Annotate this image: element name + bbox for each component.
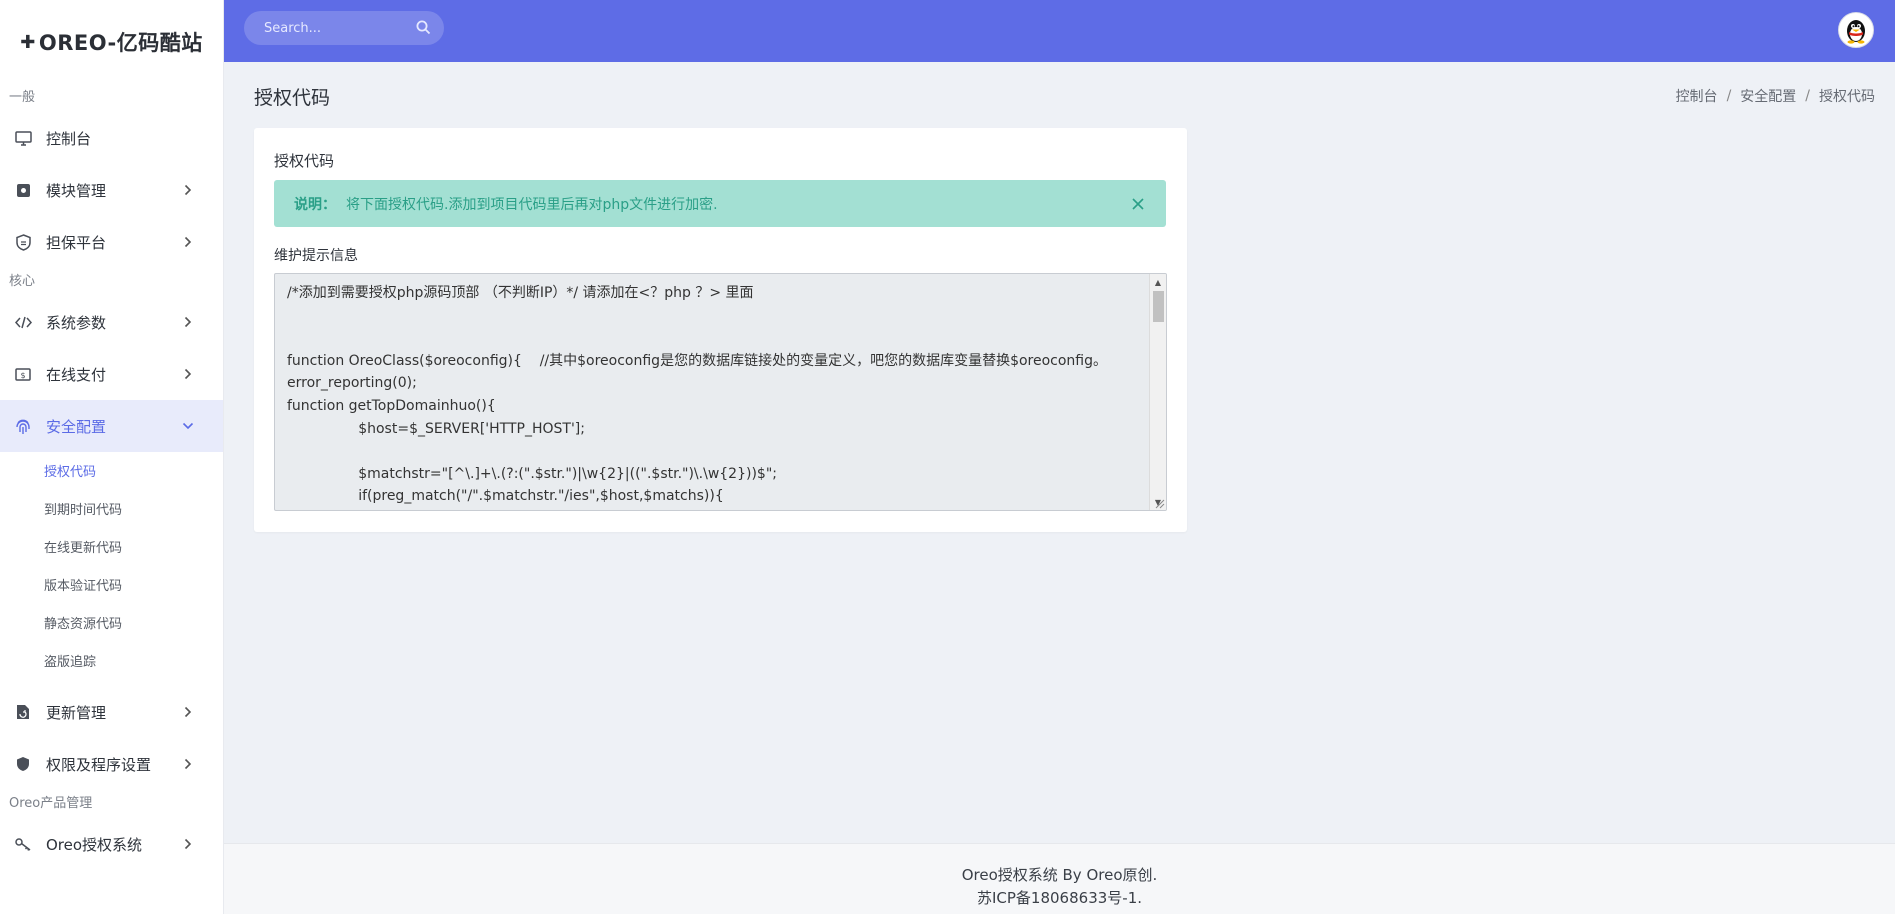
sidebar-item-label: 权限及程序设置 [46, 755, 152, 774]
code-textarea[interactable]: /*添加到需要授权php源码顶部 （不判断IP）*/ 请添加在<？php ？> … [275, 274, 1151, 510]
topbar [224, 0, 1895, 62]
sidebar-section-core: 核心 [9, 274, 36, 289]
chevron-right-icon [181, 183, 195, 197]
code-textarea-wrapper: /*添加到需要授权php源码顶部 （不判断IP）*/ 请添加在<？php ？> … [274, 273, 1167, 511]
security-subnav: 授权代码 到期时间代码 在线更新代码 版本验证代码 静态资源代码 盗版追踪 [0, 452, 223, 686]
monitor-icon [14, 129, 32, 147]
breadcrumb-separator: / [1726, 88, 1732, 104]
fingerprint-icon [14, 417, 32, 435]
code-icon [14, 313, 32, 331]
module-icon [14, 181, 32, 199]
brand-logo-icon: ✚ [20, 31, 36, 53]
cash-icon: $ [14, 365, 32, 383]
sidebar-section-general: 一般 [9, 90, 36, 105]
chevron-right-icon [181, 757, 195, 771]
sidebar-item-guarantee[interactable]: 担保平台 [0, 216, 223, 268]
subnav-item-expiry-code[interactable]: 到期时间代码 [0, 492, 223, 530]
sidebar-item-label: 在线支付 [46, 365, 107, 384]
subnav-item-auth-code[interactable]: 授权代码 [0, 454, 223, 492]
search-input[interactable] [264, 20, 416, 36]
sidebar-item-label: 控制台 [46, 129, 92, 148]
sidebar-item-online-payment[interactable]: $ 在线支付 [0, 348, 223, 400]
subnav-item-version-check-code[interactable]: 版本验证代码 [0, 568, 223, 606]
brand[interactable]: ✚ OREO-亿码酷站 [0, 0, 223, 84]
subnav-item-piracy-tracking[interactable]: 盗版追踪 [0, 644, 223, 682]
breadcrumb: 控制台 / 安全配置 / 授权代码 [1676, 86, 1875, 106]
sidebar-item-label: 模块管理 [46, 181, 107, 200]
search-icon[interactable] [416, 20, 432, 36]
footer: Oreo授权系统 By Oreo原创. 苏ICP备18068633号-1. [224, 843, 1895, 914]
shield-icon [14, 755, 32, 773]
page-title: 授权代码 [254, 87, 331, 109]
sidebar-item-oreo-auth[interactable]: Oreo授权系统 [0, 818, 223, 870]
info-alert: 说明： 将下面授权代码.添加到项目代码里后再对php文件进行加密. [274, 180, 1166, 227]
sidebar-item-label: 担保平台 [46, 233, 107, 252]
avatar[interactable] [1838, 12, 1874, 48]
chevron-right-icon [181, 367, 195, 381]
svg-text:$: $ [20, 371, 25, 380]
sidebar-item-label: 安全配置 [46, 417, 107, 436]
chevron-right-icon [181, 235, 195, 249]
chevron-right-icon [181, 315, 195, 329]
field-label: 维护提示信息 [274, 248, 358, 264]
key-icon [14, 835, 32, 853]
breadcrumb-item-current: 授权代码 [1819, 89, 1875, 105]
breadcrumb-item-security[interactable]: 安全配置 [1740, 86, 1796, 106]
sidebar-item-system-params[interactable]: 系统参数 [0, 296, 223, 348]
breadcrumb-item-dashboard[interactable]: 控制台 [1676, 86, 1718, 106]
chevron-down-icon [181, 419, 195, 433]
scrollbar[interactable]: ▲ ▼ [1149, 274, 1166, 510]
sidebar-item-security[interactable]: 安全配置 [0, 400, 223, 452]
alert-prefix: 说明： [294, 196, 336, 213]
scrollbar-thumb[interactable] [1153, 291, 1164, 322]
sidebar-section-oreo: Oreo产品管理 [9, 796, 93, 811]
subnav-item-online-update-code[interactable]: 在线更新代码 [0, 530, 223, 568]
sidebar-item-permissions[interactable]: 权限及程序设置 [0, 738, 223, 790]
footer-copyright: Oreo授权系统 By Oreo原创. [961, 866, 1158, 884]
penguin-avatar-icon [1847, 20, 1865, 44]
alert-text: 将下面授权代码.添加到项目代码里后再对php文件进行加密. [346, 196, 718, 213]
footer-icp[interactable]: 苏ICP备18068633号-1. [224, 887, 1895, 910]
sidebar: ✚ OREO-亿码酷站 一般 控制台 模块管理 担保平台 核心 系统参数 $ 在… [0, 0, 224, 914]
search-box[interactable] [244, 11, 444, 45]
chevron-right-icon [181, 837, 195, 851]
scroll-up-arrow-icon[interactable]: ▲ [1150, 274, 1166, 290]
chevron-right-icon [181, 705, 195, 719]
sidebar-item-label: 系统参数 [46, 313, 107, 332]
sidebar-item-update-management[interactable]: 更新管理 [0, 686, 223, 738]
subnav-item-static-resource-code[interactable]: 静态资源代码 [0, 606, 223, 644]
file-update-icon [14, 703, 32, 721]
auth-code-card: 授权代码 说明： 将下面授权代码.添加到项目代码里后再对php文件进行加密. 维… [254, 128, 1187, 532]
card-title: 授权代码 [274, 152, 335, 170]
close-icon[interactable] [1130, 196, 1146, 212]
breadcrumb-separator: / [1805, 88, 1810, 104]
sidebar-item-dashboard[interactable]: 控制台 [0, 112, 223, 164]
sidebar-item-modules[interactable]: 模块管理 [0, 164, 223, 216]
resize-grip-icon[interactable] [1153, 497, 1165, 509]
sidebar-item-label: Oreo授权系统 [46, 835, 143, 854]
shield-badge-icon [14, 233, 32, 251]
brand-title: OREO-亿码酷站 [38, 31, 203, 55]
sidebar-item-label: 更新管理 [46, 703, 107, 722]
